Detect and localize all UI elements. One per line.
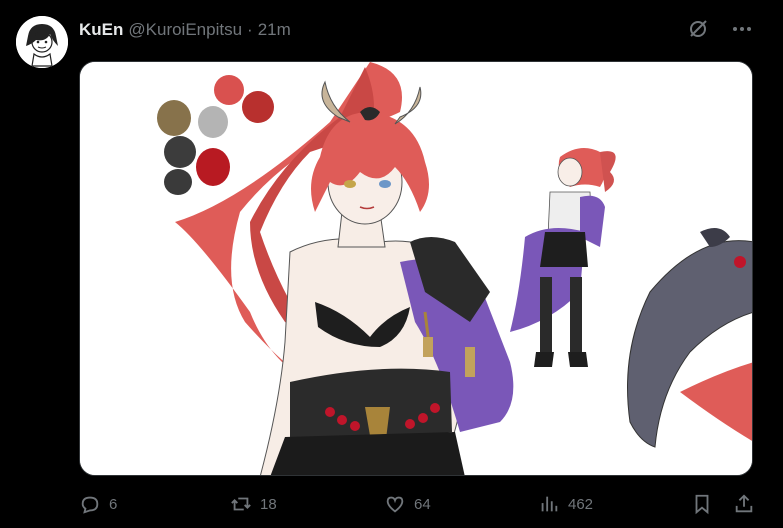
repost-icon: [231, 497, 251, 511]
views-button[interactable]: 462: [538, 493, 593, 515]
reply-count: 6: [109, 495, 118, 513]
display-name[interactable]: KuEn: [79, 20, 123, 40]
bookmark-button[interactable]: [691, 493, 713, 515]
character-sheet-illustration: [80, 62, 752, 475]
reply-icon: [81, 496, 99, 514]
grok-icon[interactable]: [685, 16, 711, 42]
separator-dot: ·: [247, 20, 253, 39]
view-count: 462: [568, 495, 594, 513]
bookmark-icon: [695, 494, 709, 515]
repost-button[interactable]: 18: [230, 493, 277, 515]
like-button[interactable]: 64: [384, 493, 431, 515]
share-icon: [735, 494, 753, 513]
share-button[interactable]: [733, 493, 755, 515]
tweet-media[interactable]: [79, 61, 753, 476]
analytics-icon: [541, 496, 558, 512]
more-icon[interactable]: [729, 16, 755, 42]
like-count: 64: [414, 495, 431, 513]
reply-button[interactable]: 6: [79, 493, 117, 515]
tweet-action-bar: 6 18 64 462: [79, 493, 769, 521]
timestamp[interactable]: 21m: [258, 20, 291, 40]
heart-icon: [386, 496, 404, 513]
tweet-top-actions: [685, 16, 755, 42]
avatar[interactable]: [16, 16, 68, 68]
repost-count: 18: [260, 495, 277, 513]
user-handle[interactable]: @KuroiEnpitsu: [128, 20, 242, 40]
avatar-image: [16, 16, 68, 68]
tweet-header: KuEn @KuroiEnpitsu · 21m: [79, 18, 291, 42]
